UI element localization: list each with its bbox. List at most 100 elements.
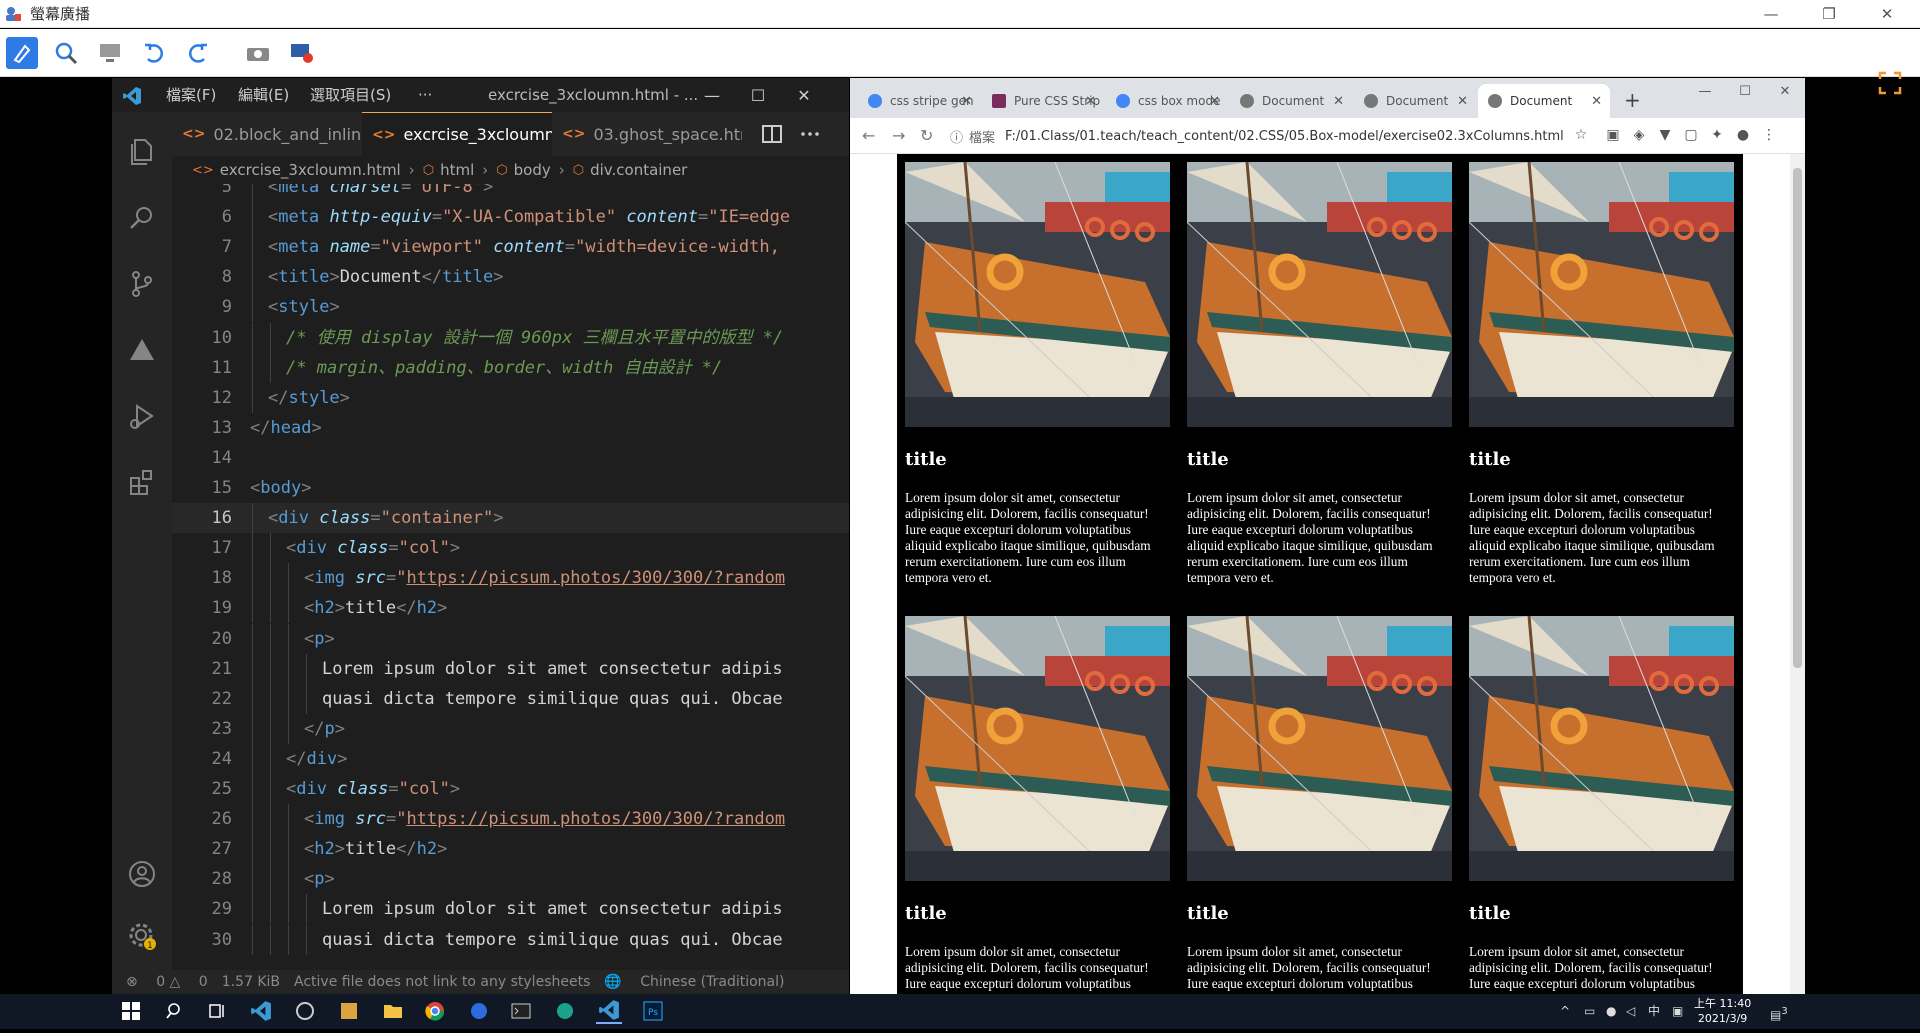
browser-minimize-button[interactable]: — xyxy=(1685,84,1725,104)
code-line[interactable]: 9 <style> xyxy=(172,292,849,323)
tray-chevron-icon[interactable]: ^ xyxy=(1560,994,1570,1029)
code-line[interactable]: 17 <div class="col"> xyxy=(172,533,849,564)
browser-maximize-button[interactable]: ☐ xyxy=(1725,84,1765,104)
language-indicator[interactable]: 🌐 Chinese (Traditional) xyxy=(604,974,784,990)
pointer-tool-button[interactable] xyxy=(6,36,38,69)
info-icon[interactable]: ⓘ xyxy=(950,127,963,146)
code-line[interactable]: 21 Lorem ipsum dolor sit amet consectetur… xyxy=(172,653,849,684)
ime-icon[interactable]: ▣ xyxy=(1672,994,1683,1029)
browser-tab-active[interactable]: Document ✕ xyxy=(1478,84,1610,118)
settings-gear-icon[interactable]: 1 xyxy=(126,920,158,952)
source-control-icon[interactable] xyxy=(126,268,158,300)
forward-icon[interactable]: → xyxy=(892,126,905,145)
app-taskbar-icon[interactable] xyxy=(336,998,362,1024)
profile-avatar-icon[interactable]: ● xyxy=(1734,127,1752,145)
volume-icon[interactable]: ◁ xyxy=(1626,994,1635,1029)
breadcrumb-html[interactable]: html xyxy=(440,161,474,179)
code-line[interactable]: 15 <body> xyxy=(172,473,849,503)
account-icon[interactable] xyxy=(126,858,158,890)
close-tab-icon[interactable]: ✕ xyxy=(1333,94,1344,109)
code-line[interactable]: 7 <meta name="viewport" content="width=de… xyxy=(172,232,849,263)
app-taskbar-icon[interactable] xyxy=(552,998,578,1024)
screen-tool-button[interactable] xyxy=(94,37,126,69)
code-line[interactable]: 19 <h2>title</h2> xyxy=(172,593,849,624)
code-line[interactable]: 29 Lorem ipsum dolor sit amet consectetur… xyxy=(172,894,849,925)
code-line[interactable]: 13 </head> xyxy=(172,413,849,443)
terminal-taskbar-icon[interactable] xyxy=(508,998,534,1024)
explorer-icon[interactable] xyxy=(126,136,158,168)
extension-icon[interactable]: ▢ xyxy=(1682,127,1700,145)
code-line[interactable]: 14 xyxy=(172,443,849,473)
code-line[interactable]: 22 quasi dicta tempore similique quas qui… xyxy=(172,683,849,714)
redo-button[interactable] xyxy=(182,37,214,69)
code-line[interactable]: 5 <meta charset="UTF-8"> xyxy=(172,184,849,202)
restore-button[interactable]: ❐ xyxy=(1800,0,1858,28)
address-bar[interactable]: ⓘ 檔案 F:/01.Class/01.teach/teach_content/… xyxy=(950,123,1564,149)
search-icon[interactable] xyxy=(162,998,188,1024)
camera-button[interactable] xyxy=(242,37,274,69)
browser-tab[interactable]: css stripe gen ✕ xyxy=(858,84,980,118)
close-tab-icon[interactable]: ✕ xyxy=(1209,94,1220,109)
code-line[interactable]: 25 <div class="col"> xyxy=(172,774,849,804)
extensions-icon[interactable] xyxy=(126,466,158,498)
code-line[interactable]: 6 <meta http-equiv="X-UA-Compatible" cont… xyxy=(172,202,849,233)
menu-selection[interactable]: 選取項目(S) xyxy=(310,78,391,112)
browser-tab[interactable]: css box mode ✕ xyxy=(1106,84,1228,118)
code-line[interactable]: 24 </div> xyxy=(172,743,849,774)
photoshop-taskbar-icon[interactable]: Ps xyxy=(640,998,666,1024)
close-tab-icon[interactable]: ✕ xyxy=(1457,94,1468,109)
breadcrumb-body[interactable]: body xyxy=(514,161,551,179)
chrome-taskbar-icon[interactable] xyxy=(422,998,448,1024)
vscode-taskbar-icon[interactable] xyxy=(248,998,274,1024)
code-line[interactable]: 8 <title>Document</title> xyxy=(172,262,849,293)
extension-icon[interactable]: ◈ xyxy=(1630,127,1648,145)
menu-file[interactable]: 檔案(F) xyxy=(166,78,216,112)
back-icon[interactable]: ← xyxy=(862,126,875,145)
search-icon[interactable] xyxy=(126,202,158,234)
bookmark-star-icon[interactable]: ☆ xyxy=(1572,127,1590,145)
menu-edit[interactable]: 編輯(E) xyxy=(238,78,289,112)
notification-icon[interactable]: ▤3 xyxy=(1770,994,1788,1029)
split-editor-icon[interactable] xyxy=(760,122,784,146)
code-line[interactable]: 20 <p> xyxy=(172,623,849,654)
task-view-icon[interactable] xyxy=(204,998,230,1024)
puzzle-icon[interactable]: ✦ xyxy=(1708,127,1726,145)
minimize-button[interactable]: — xyxy=(1742,0,1800,28)
close-tab-icon[interactable]: ✕ xyxy=(1591,94,1602,109)
input-language[interactable]: 中 xyxy=(1648,994,1660,1029)
menu-kebab-icon[interactable]: ⋮ xyxy=(1760,127,1778,145)
browser-close-button[interactable]: ✕ xyxy=(1765,84,1805,104)
azure-icon[interactable] xyxy=(126,334,158,366)
zoom-tool-button[interactable] xyxy=(50,37,82,69)
extension-icon[interactable]: ▣ xyxy=(1604,127,1622,145)
browser-tab[interactable]: Document ✕ xyxy=(1230,84,1352,118)
app-taskbar-icon[interactable] xyxy=(292,998,318,1024)
browser-tab[interactable]: Pure CSS Strip ✕ xyxy=(982,84,1104,118)
windows-start-icon[interactable] xyxy=(118,998,144,1024)
vscode-minimize-button[interactable]: — xyxy=(689,78,735,112)
menu-more[interactable]: ··· xyxy=(418,78,432,112)
code-line[interactable]: 23 </p> xyxy=(172,713,849,744)
more-actions-icon[interactable] xyxy=(798,122,822,146)
page-scrollbar[interactable] xyxy=(1790,154,1805,994)
close-button[interactable]: ✕ xyxy=(1858,0,1916,28)
app-taskbar-icon[interactable] xyxy=(466,998,492,1024)
undo-button[interactable] xyxy=(138,37,170,69)
extension-icon[interactable]: ▼ xyxy=(1656,127,1674,145)
file-explorer-icon[interactable] xyxy=(380,998,406,1024)
stylesheet-message[interactable]: Active file does not link to any stylesh… xyxy=(294,974,590,990)
close-tab-icon[interactable]: ✕ xyxy=(1085,94,1096,109)
vscode-active-taskbar-icon[interactable] xyxy=(596,998,622,1024)
run-debug-icon[interactable] xyxy=(126,400,158,432)
clock[interactable]: 上午 11:40 2021/3/9 xyxy=(1694,996,1751,1026)
scrollbar-thumb[interactable] xyxy=(1793,168,1802,668)
network-icon[interactable]: ▭ xyxy=(1584,994,1595,1029)
code-line[interactable]: 16 <div class="container"> xyxy=(172,503,849,534)
vscode-maximize-button[interactable]: ☐ xyxy=(735,78,781,112)
browser-tab[interactable]: Document ✕ xyxy=(1354,84,1476,118)
code-editor[interactable]: 5 <meta charset="UTF-8"> 6 <meta http-equiv… xyxy=(172,184,849,970)
reload-icon[interactable]: ↻ xyxy=(920,126,933,145)
code-line[interactable]: 30 quasi dicta tempore similique quas qui… xyxy=(172,924,849,955)
code-line[interactable]: 26 <img src="https://picsum.photos/300/30… xyxy=(172,804,849,835)
code-line[interactable]: 12 </style> xyxy=(172,382,849,413)
